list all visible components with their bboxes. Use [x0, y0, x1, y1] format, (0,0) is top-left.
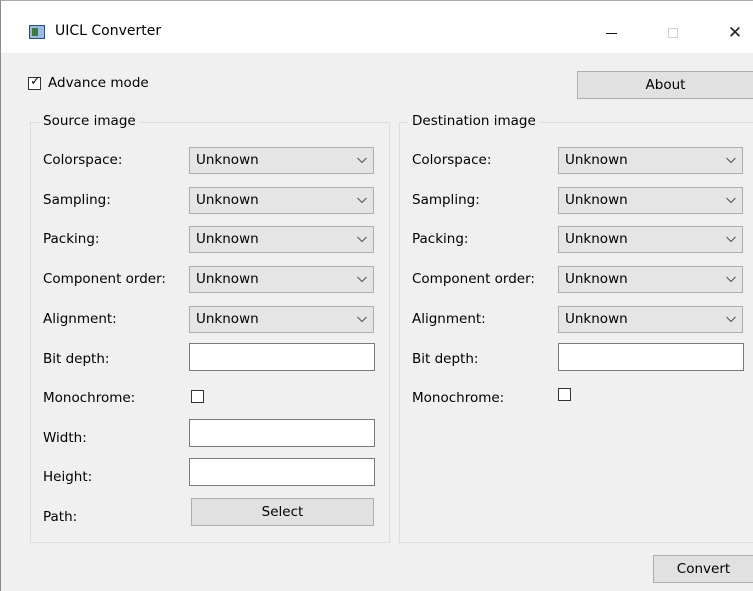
chevron-down-icon — [726, 276, 736, 284]
dest-colorspace-label: Colorspace: — [412, 152, 492, 168]
maximize-icon — [668, 28, 678, 38]
chevron-down-icon — [726, 236, 736, 244]
dest-alignment-value: Unknown — [565, 311, 628, 327]
destination-image-title: Destination image — [408, 113, 540, 129]
source-colorspace-select[interactable]: Unknown — [189, 147, 374, 174]
window-title: UICL Converter — [55, 23, 162, 39]
dest-colorspace-select[interactable]: Unknown — [558, 147, 743, 174]
source-alignment-label: Alignment: — [43, 311, 117, 327]
chevron-down-icon — [357, 157, 367, 165]
app-window: UICL Converter ✕ ✓ Advance mode About So… — [0, 0, 753, 591]
chevron-down-icon — [726, 197, 736, 205]
dest-alignment-select[interactable]: Unknown — [558, 306, 743, 333]
dest-packing-select[interactable]: Unknown — [558, 226, 743, 253]
about-button[interactable]: About — [577, 71, 753, 99]
source-colorspace-value: Unknown — [196, 152, 259, 168]
dest-sampling-label: Sampling: — [412, 192, 480, 208]
source-packing-select[interactable]: Unknown — [189, 226, 374, 253]
dest-monochrome-label: Monochrome: — [412, 390, 505, 406]
source-width-label: Width: — [43, 430, 87, 446]
convert-button[interactable]: Convert — [653, 555, 753, 583]
chevron-down-icon — [357, 316, 367, 324]
dest-alignment-label: Alignment: — [412, 311, 486, 327]
chevron-down-icon — [726, 157, 736, 165]
app-icon — [29, 25, 45, 39]
dest-component-order-label: Component order: — [412, 271, 535, 287]
source-colorspace-label: Colorspace: — [43, 152, 123, 168]
dest-packing-value: Unknown — [565, 231, 628, 247]
dest-packing-label: Packing: — [412, 231, 469, 247]
source-monochrome-checkbox[interactable] — [191, 390, 204, 403]
title-bar: UICL Converter ✕ — [1, 1, 753, 53]
dest-component-order-select[interactable]: Unknown — [558, 266, 743, 293]
source-height-field[interactable] — [189, 458, 375, 486]
dest-sampling-select[interactable]: Unknown — [558, 187, 743, 214]
minimize-button[interactable] — [589, 13, 633, 53]
source-path-label: Path: — [43, 509, 78, 525]
dest-colorspace-value: Unknown — [565, 152, 628, 168]
source-image-title: Source image — [39, 113, 140, 129]
source-alignment-select[interactable]: Unknown — [189, 306, 374, 333]
source-bit-depth-label: Bit depth: — [43, 351, 110, 367]
source-component-order-select[interactable]: Unknown — [189, 266, 374, 293]
chevron-down-icon — [357, 236, 367, 244]
close-button[interactable]: ✕ — [713, 13, 753, 53]
close-icon: ✕ — [727, 23, 743, 43]
dest-monochrome-checkbox[interactable] — [558, 388, 571, 401]
maximize-button[interactable] — [651, 13, 695, 53]
source-packing-value: Unknown — [196, 231, 259, 247]
source-bit-depth-field[interactable] — [189, 343, 375, 371]
dest-bit-depth-field[interactable] — [558, 343, 744, 371]
advance-mode-label: Advance mode — [48, 75, 149, 91]
source-packing-label: Packing: — [43, 231, 100, 247]
checkmark-icon: ✓ — [30, 74, 41, 89]
chevron-down-icon — [357, 276, 367, 284]
source-component-order-label: Component order: — [43, 271, 166, 287]
minimize-icon — [605, 32, 617, 34]
dest-component-order-value: Unknown — [565, 271, 628, 287]
select-path-button[interactable]: Select — [191, 498, 374, 526]
source-monochrome-label: Monochrome: — [43, 390, 136, 406]
advance-mode-checkbox[interactable]: ✓ — [28, 74, 41, 90]
source-component-order-value: Unknown — [196, 271, 259, 287]
chevron-down-icon — [357, 197, 367, 205]
source-alignment-value: Unknown — [196, 311, 259, 327]
dest-sampling-value: Unknown — [565, 192, 628, 208]
source-width-field[interactable] — [189, 419, 375, 447]
dest-bit-depth-label: Bit depth: — [412, 351, 479, 367]
source-sampling-select[interactable]: Unknown — [189, 187, 374, 214]
chevron-down-icon — [726, 316, 736, 324]
source-sampling-value: Unknown — [196, 192, 259, 208]
source-height-label: Height: — [43, 469, 93, 485]
source-sampling-label: Sampling: — [43, 192, 111, 208]
